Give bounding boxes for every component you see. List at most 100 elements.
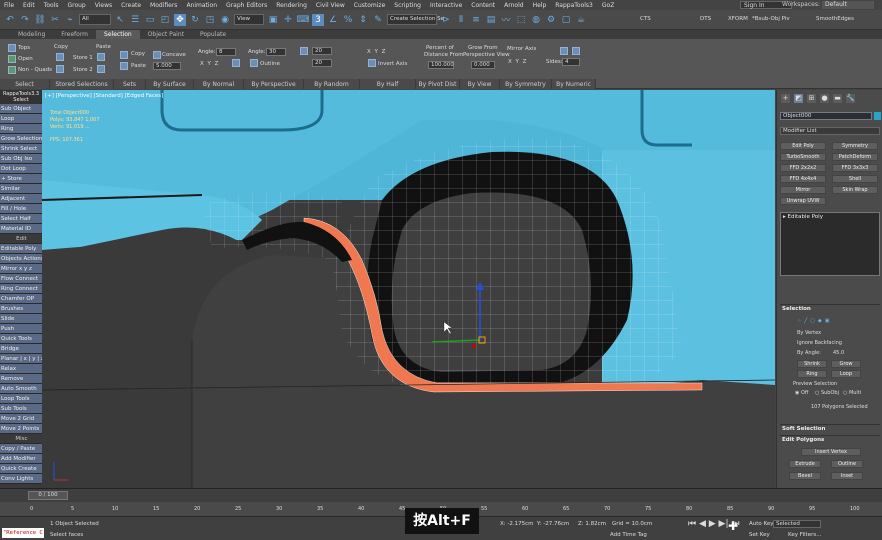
modifier-button-shell[interactable]: Shell xyxy=(832,175,878,183)
unlink-icon[interactable]: ✂ xyxy=(49,14,61,26)
rappatools-item-add-modifier[interactable]: Add Modifier xyxy=(0,454,42,464)
tab-object-paint[interactable]: Object Paint xyxy=(140,30,192,39)
bsub-obj-piv-label[interactable]: *Bsub-Obj Piv xyxy=(752,16,790,22)
rappatools-item-sub-tools[interactable]: Sub Tools xyxy=(0,404,42,414)
rappatools-item-copy-paste[interactable]: Copy / Paste xyxy=(0,444,42,454)
y-coordinate[interactable]: Y: -27.76cm xyxy=(537,521,569,527)
modifier-button-ffd-2x2x2[interactable]: FFD 2x2x2 xyxy=(780,164,826,172)
sets-copy-button[interactable]: Copy xyxy=(131,51,145,57)
preview-off-radio[interactable]: ◉ Off xyxy=(795,390,808,396)
inset-button[interactable]: Inset xyxy=(831,472,863,480)
soft-selection-rollout[interactable]: Soft Selection xyxy=(780,424,880,432)
menu-create[interactable]: Create xyxy=(121,2,141,9)
modifier-button-symmetry[interactable]: Symmetry xyxy=(832,142,878,150)
undo-icon[interactable]: ↶ xyxy=(4,14,16,26)
loop-button[interactable]: Loop xyxy=(831,370,861,378)
open-icon[interactable] xyxy=(8,55,16,63)
tab-modeling[interactable]: Modeling xyxy=(10,30,53,39)
reference-coordinate-dropdown[interactable]: View xyxy=(234,14,264,25)
z-coordinate[interactable]: Z: 1.82cm xyxy=(578,521,606,527)
rect-selection-icon[interactable]: ▭ xyxy=(144,14,156,26)
redo-icon[interactable]: ↷ xyxy=(19,14,31,26)
rappatools-item-grow-selection[interactable]: Grow Selection xyxy=(0,134,42,144)
menu-goz[interactable]: GoZ xyxy=(602,2,614,9)
ignore-backfacing-checkbox[interactable]: Ignore Backfacing xyxy=(797,340,842,346)
place-icon[interactable]: ◉ xyxy=(219,14,231,26)
selection-rollout[interactable]: Selection xyxy=(780,304,880,312)
rappatools-item-editable-poly[interactable]: Editable Poly xyxy=(0,244,42,254)
time-slider[interactable]: 0 / 100 xyxy=(28,491,68,500)
keyboard-shortcut-icon[interactable]: ⌨ xyxy=(297,14,310,26)
snap-toggle-icon[interactable]: 3 xyxy=(312,13,324,26)
grow-button[interactable]: Grow xyxy=(831,360,861,368)
store1-paste-icon[interactable] xyxy=(97,53,105,61)
angle2-value[interactable]: 30 xyxy=(266,48,286,56)
non-quads-label[interactable]: Non - Quads xyxy=(18,67,52,73)
curve-editor-icon[interactable]: 〰 xyxy=(500,14,512,26)
edit-named-selection-icon[interactable]: ✎ xyxy=(372,14,384,26)
modifier-button-mirror[interactable]: Mirror xyxy=(780,186,826,194)
create-tab-icon[interactable]: + xyxy=(781,94,790,103)
menu-customize[interactable]: Customize xyxy=(354,2,386,9)
sides-value[interactable]: 4 xyxy=(562,58,580,66)
rappatools-item-planar-x-y-z[interactable]: Planar | x | y | z xyxy=(0,354,42,364)
object-name-field[interactable]: Object000 xyxy=(780,112,872,120)
menu-edit[interactable]: Edit xyxy=(23,2,35,9)
half-axis-buttons[interactable]: X Y Z xyxy=(367,49,386,55)
invert-axis-button[interactable]: Invert Axis xyxy=(378,61,407,67)
rappatools-item-chamfer-op[interactable]: Chamfer OP xyxy=(0,294,42,304)
rappatools-item-ring-connect[interactable]: Ring Connect xyxy=(0,284,42,294)
menu-modifiers[interactable]: Modifiers xyxy=(150,2,177,9)
tops-icon[interactable] xyxy=(8,44,16,52)
select-by-name-icon[interactable]: ☰ xyxy=(129,14,141,26)
add-key-icon[interactable]: ✚ xyxy=(728,519,738,533)
xform-label[interactable]: XFORM xyxy=(728,16,748,22)
selection-filter-dropdown[interactable]: All xyxy=(79,14,111,25)
maxscript-listener[interactable]: "Reference C xyxy=(2,528,44,538)
render-frame-icon[interactable]: ▢ xyxy=(560,14,572,26)
random-value-1[interactable]: 20 xyxy=(312,47,332,55)
move-icon[interactable]: ✥ xyxy=(174,13,186,26)
menu-graph-editors[interactable]: Graph Editors xyxy=(226,2,267,9)
rappatools-item-sub-object[interactable]: Sub Object xyxy=(0,104,42,114)
by-vertex-checkbox[interactable]: By Vertex xyxy=(797,330,821,336)
menu-group[interactable]: Group xyxy=(67,2,85,9)
modifier-list-dropdown[interactable]: Modifier List xyxy=(780,127,880,135)
outline-icon[interactable] xyxy=(250,59,258,67)
modifier-button-unwrap-uvw[interactable]: Unwrap UVW xyxy=(780,197,826,205)
modifier-button-skin-wrap[interactable]: Skin Wrap xyxy=(832,186,878,194)
tops-label[interactable]: Tops xyxy=(18,45,30,51)
sets-paste-icon[interactable] xyxy=(120,62,128,70)
viewport-label[interactable]: [+] [Perspective] [Standard] [Edged Face… xyxy=(45,93,163,99)
smooth-edges-label[interactable]: SmoothEdges xyxy=(816,16,854,22)
numeric-prev-icon[interactable] xyxy=(560,47,568,55)
material-editor-icon[interactable]: ◍ xyxy=(530,14,542,26)
angle-snap-icon[interactable]: ∠ xyxy=(327,14,339,26)
rappatools-item-remove[interactable]: Remove xyxy=(0,374,42,384)
rappatools-item-flow-connect[interactable]: Flow Connect xyxy=(0,274,42,284)
rappatools-item-auto-smooth[interactable]: Auto Smooth xyxy=(0,384,42,394)
rappatools-item-sub-obj-iso[interactable]: Sub Obj Iso xyxy=(0,154,42,164)
rappatools-item-objects-actions[interactable]: Objects Actions xyxy=(0,254,42,264)
schematic-view-icon[interactable]: ⬚ xyxy=(515,14,527,26)
rappatools-item-brushes[interactable]: Brushes xyxy=(0,304,42,314)
display-tab-icon[interactable]: ▬ xyxy=(833,94,842,103)
edit-polygons-rollout[interactable]: Edit Polygons xyxy=(780,435,880,443)
menu-scripting[interactable]: Scripting xyxy=(394,2,421,9)
spinner-snap-icon[interactable]: ⇕ xyxy=(357,14,369,26)
layer-explorer-icon[interactable]: ≡ xyxy=(470,14,482,26)
by-angle-checkbox[interactable]: By Angle: xyxy=(797,350,821,356)
copy-label[interactable]: Copy xyxy=(54,44,68,50)
tab-freeform[interactable]: Freeform xyxy=(53,30,96,39)
store1-button[interactable]: Store 1 xyxy=(73,55,93,61)
link-icon[interactable]: ⛓ xyxy=(34,14,46,26)
select-object-icon[interactable]: ↖ xyxy=(114,14,126,26)
ring-button[interactable]: Ring xyxy=(797,370,827,378)
mirror-icon[interactable]: ⊳ xyxy=(440,14,452,26)
numeric-next-icon[interactable] xyxy=(572,47,580,55)
invert-axis-icon[interactable] xyxy=(368,59,376,67)
outline-button[interactable]: Outline xyxy=(831,460,863,468)
paste-label[interactable]: Paste xyxy=(96,44,111,50)
rappatools-item-similar[interactable]: Similar xyxy=(0,184,42,194)
store2-paste-icon[interactable] xyxy=(97,65,105,73)
